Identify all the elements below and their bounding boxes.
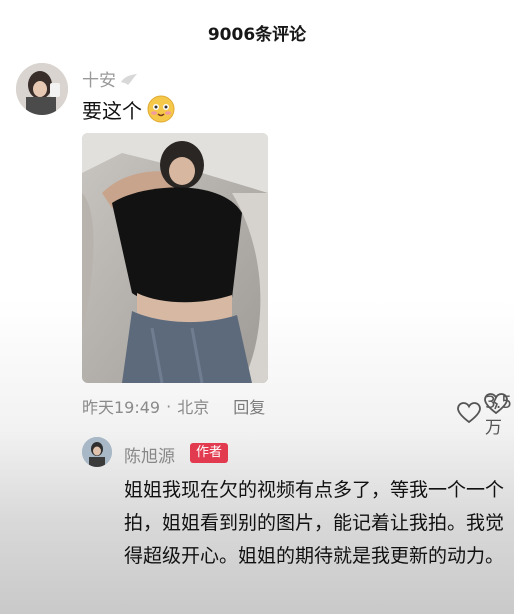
author-badge: 作者 [190, 443, 229, 463]
dislike-button[interactable] [484, 393, 508, 419]
comment-username[interactable]: 十安 [82, 66, 138, 91]
broken-heart-icon [484, 393, 508, 419]
comment-location: 北京 [177, 398, 210, 417]
reply-avatar[interactable] [82, 437, 112, 467]
heart-icon [457, 402, 481, 429]
comments-count-title: 9006条评论 [207, 24, 307, 45]
comments-header: 9006条评论 [0, 0, 514, 64]
comment-text: 要这个 [82, 94, 176, 124]
avatar[interactable] [16, 63, 68, 115]
meta-separator: · [166, 396, 172, 416]
username-text: 十安 [82, 71, 116, 91]
comment-text-value: 要这个 [82, 98, 142, 123]
comment-image[interactable] [82, 133, 268, 383]
reply-text: 姐姐我现在欠的视频有点多了，等我一个一个拍，姐姐看到别的图片，能记着让我拍。我觉… [124, 479, 505, 567]
comment-time: 昨天19:49 [82, 398, 161, 417]
dove-icon [120, 72, 138, 86]
emoji-icon [146, 94, 176, 124]
reply-button[interactable]: 回复 [233, 394, 265, 418]
comment-meta-row: 昨天19:49 · 北京 回复 3.5万 [82, 393, 512, 438]
reply-username[interactable]: 陈旭源 [124, 442, 175, 467]
